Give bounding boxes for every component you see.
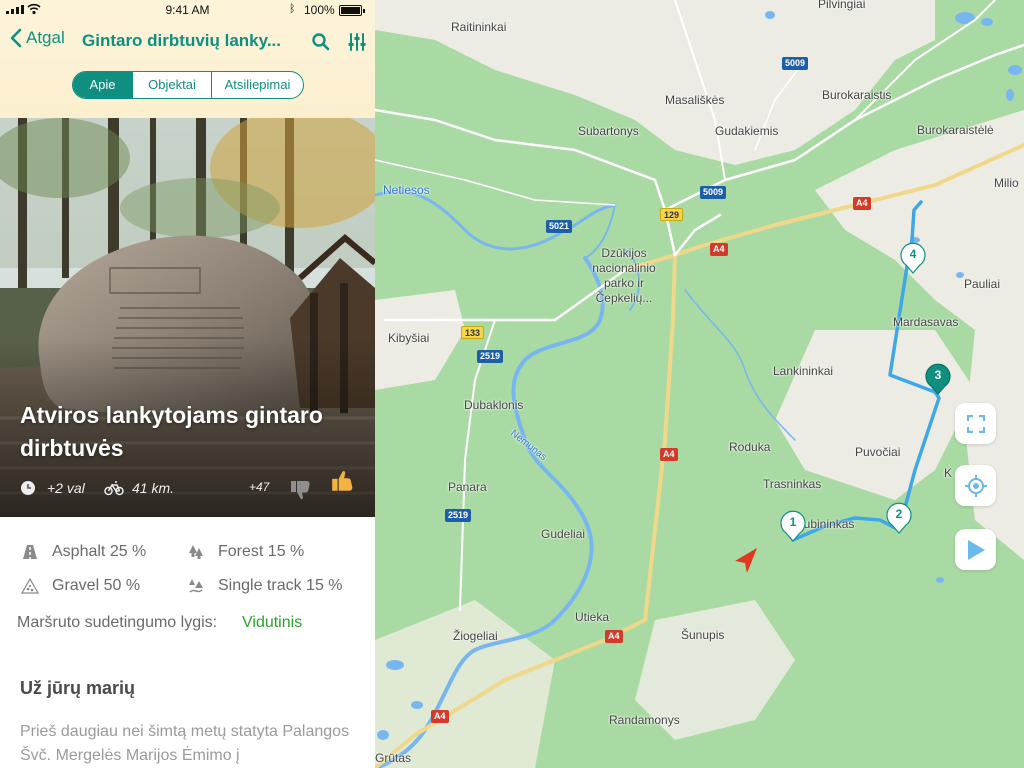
place-label: Žiogeliai (453, 629, 498, 643)
battery-percent: 100% (304, 3, 335, 17)
road-shield: 2519 (445, 509, 472, 522)
thumbs-up-icon[interactable] (330, 468, 356, 494)
likes-count: +47 (249, 480, 270, 494)
tab-apie[interactable]: Apie (73, 72, 132, 98)
road-shield: 5021 (546, 220, 573, 233)
segmented-tabs: Apie Objektai Atsiliepimai (72, 71, 304, 99)
place-label: Trasninkas (763, 477, 822, 491)
locate-me-button[interactable] (955, 465, 996, 506)
place-label: Gudakiemis (715, 124, 779, 138)
place-label: Lankininkai (773, 364, 834, 378)
place-label: Kibyšiai (388, 331, 430, 345)
page-title: Gintaro dirbtuvių lanky... (82, 31, 281, 50)
route-marker-4[interactable]: 4 (898, 239, 928, 275)
description-title: Už jūrų marių (20, 678, 136, 698)
place-label: Šunupis (681, 628, 725, 642)
forest-icon (186, 542, 206, 562)
road-shield: A4 (660, 448, 678, 461)
svg-text:1: 1 (790, 515, 797, 529)
difficulty-label: Maršruto sudetingumo lygis: (17, 614, 218, 631)
filter-sliders-icon[interactable] (347, 32, 367, 52)
tab-objektai[interactable]: Objektai (132, 72, 211, 98)
svg-text:4: 4 (910, 247, 917, 261)
back-label: Atgal (26, 28, 65, 47)
place-label: Pilvingiai (818, 0, 866, 11)
start-route-button[interactable] (955, 529, 996, 570)
status-bar: 9:41 AM ᛒ 100% (0, 0, 375, 20)
tab-atsiliepimai[interactable]: Atsiliepimai (211, 72, 303, 98)
difficulty-value: Vidutinis (242, 614, 303, 631)
place-label: Pauliai (964, 277, 1001, 291)
place-label: Burokaraistis (822, 88, 892, 102)
place-label: Raitininkai (451, 20, 507, 34)
hero-image: Atviros lankytojams gintaro dirbtuvės +2… (0, 118, 375, 517)
chevron-left-icon (10, 28, 22, 48)
route-detail-panel: 9:41 AM ᛒ 100% Atgal Gintaro dirbtuvių l… (0, 0, 375, 768)
gravel-icon (20, 576, 40, 596)
place-label: K (944, 466, 953, 480)
route-duration: +2 val (47, 480, 85, 496)
place-label: Burokaraistėlė (917, 123, 994, 137)
place-label: Utieka (575, 610, 610, 624)
play-icon (967, 539, 985, 560)
surface-single-track: Single track 15 % (186, 576, 343, 596)
road-shield: A4 (431, 710, 449, 723)
asphalt-icon (20, 542, 40, 562)
place-label: Gudeliai (541, 527, 586, 541)
route-title: Atviros lankytojams gintaro dirbtuvės (20, 402, 323, 461)
route-marker-3[interactable]: 3 (923, 360, 953, 396)
surface-gravel: Gravel 50 % (20, 576, 140, 596)
road-shield: 129 (660, 208, 684, 221)
bicycle-icon (104, 481, 124, 496)
expand-map-button[interactable] (955, 403, 996, 444)
place-label: Subartonys (578, 124, 639, 138)
back-button[interactable]: Atgal (10, 28, 65, 48)
svg-text:3: 3 (935, 368, 942, 382)
search-icon[interactable] (311, 32, 331, 52)
place-label: Grūtas (375, 751, 412, 765)
road-shield: 5009 (700, 186, 727, 199)
place-label: Panara (448, 480, 487, 494)
route-meta: +2 val 41 km. +47 (0, 471, 375, 502)
road-shield: A4 (710, 243, 728, 256)
locate-icon (964, 474, 987, 497)
road-shield: 5009 (782, 57, 809, 70)
expand-icon (966, 414, 985, 433)
route-marker-2[interactable]: 2 (884, 499, 914, 535)
place-label: Puvočiai (855, 445, 901, 459)
route-distance: 41 km. (132, 480, 175, 496)
road-shield: 2519 (477, 350, 504, 363)
clock-icon (21, 481, 35, 495)
place-label: Dubaklonis (464, 398, 524, 412)
route-map[interactable]: Pilvingiai Raitininkai Masališkės Buroka… (375, 0, 1024, 768)
place-label: Milio (994, 176, 1019, 190)
place-label: Randamonys (609, 713, 680, 727)
battery-icon (339, 5, 365, 16)
svg-text:2: 2 (896, 507, 903, 521)
surface-forest: Forest 15 % (186, 542, 304, 562)
road-shield: A4 (853, 197, 871, 210)
place-label: Roduka (729, 440, 771, 454)
surface-asphalt: Asphalt 25 % (20, 542, 146, 562)
description-text: Prieš daugiau nei šimtą metų statyta Pal… (20, 723, 350, 764)
place-label: Netiesos (383, 183, 430, 197)
route-marker-1[interactable]: 1 (778, 507, 808, 543)
thumbs-down-icon[interactable] (289, 478, 313, 502)
bluetooth-icon: ᛒ (289, 3, 296, 15)
single-track-icon (186, 576, 206, 596)
place-label: Mardasavas (893, 315, 959, 329)
park-label: Dzūkijos nacionalinio parko ir Čepkelių.… (592, 246, 656, 305)
difficulty-row: Maršruto sudetingumo lygis: Vidutinis (17, 614, 302, 632)
road-shield: 133 (461, 326, 485, 339)
navigation-bar: Atgal Gintaro dirbtuvių lanky... Apie Ob… (0, 20, 375, 118)
place-label: Masališkės (665, 93, 725, 107)
road-shield: A4 (605, 630, 623, 643)
